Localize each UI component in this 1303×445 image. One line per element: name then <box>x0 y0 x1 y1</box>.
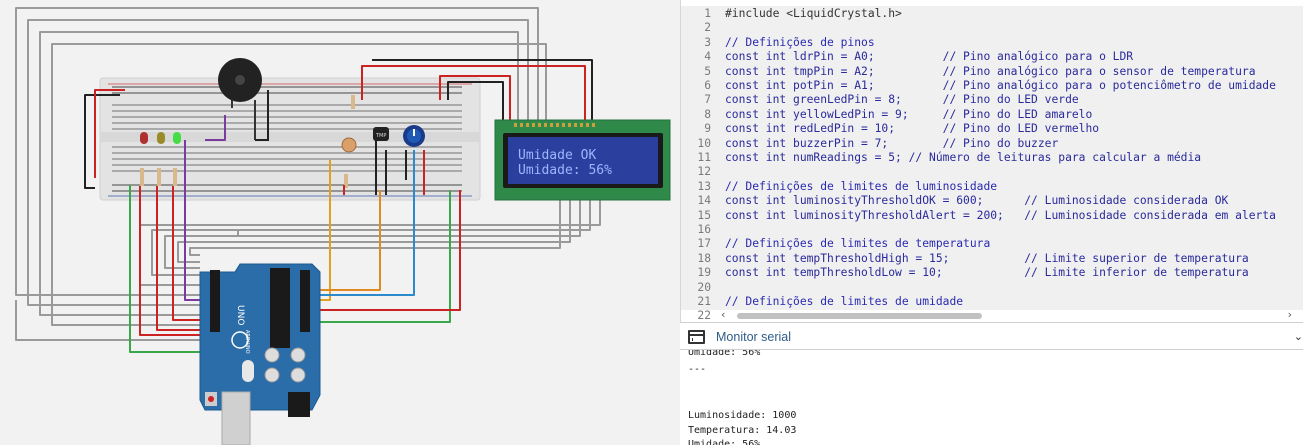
line-number: 14 <box>697 194 711 208</box>
code-line[interactable]: const int redLedPin = 10; // Pino do LED… <box>725 122 1099 136</box>
code-line[interactable]: const int potPin = A1; // Pino analógico… <box>725 79 1276 93</box>
serial-monitor-header[interactable]: Monitor serial ⌄ <box>680 322 1303 350</box>
lcd-line-1: Umidade OK <box>518 148 596 163</box>
arduino-board: UNO ARDUINO <box>199 263 321 445</box>
serial-monitor-icon <box>688 330 705 344</box>
line-number: 21 <box>697 295 711 308</box>
line-number: 7 <box>704 93 711 107</box>
svg-text:UNO: UNO <box>235 305 245 325</box>
line-number: 15 <box>697 208 711 222</box>
serial-output-line: Temperatura: 14.03 <box>688 424 797 436</box>
scrollbar-thumb[interactable] <box>737 313 982 319</box>
code-line[interactable]: // Definições de limites de umidade <box>725 295 963 309</box>
code-text-area[interactable]: #include <LiquidCrystal.h> // Definições … <box>717 6 1303 310</box>
line-number: 4 <box>704 50 711 64</box>
line-number: 8 <box>704 107 711 121</box>
svg-text:TMP: TMP <box>375 133 386 139</box>
code-line[interactable]: const int tempThresholdLow = 10; // Limi… <box>725 266 1249 280</box>
chevron-left-icon[interactable]: ‹ <box>721 308 725 321</box>
line-number: 18 <box>697 251 711 265</box>
code-line[interactable]: const int greenLedPin = 8; // Pino do LE… <box>725 93 1079 107</box>
line-number: 16 <box>697 223 711 236</box>
led-green <box>173 132 181 144</box>
line-number: 10 <box>697 136 711 150</box>
serial-output-line: Umidade: 56% <box>688 350 761 358</box>
photoresistor <box>341 137 357 153</box>
code-line[interactable]: const int buzzerPin = 7; // Pino do buzz… <box>725 137 1058 151</box>
lcd-line-2: Umidade: 56% <box>518 163 612 178</box>
code-line[interactable]: const int luminosityThresholdAlert = 200… <box>725 209 1276 223</box>
code-line[interactable]: const int tmpPin = A2; // Pino analógico… <box>725 65 1256 79</box>
chevron-down-icon[interactable]: ⌄ <box>1294 330 1303 343</box>
line-number: 12 <box>697 165 711 179</box>
line-number: 6 <box>704 79 711 92</box>
line-number-gutter: 1 2 3 4 5 6 7 8 9 10 11 12 13 14 15 16 17 18 19 20 21 22 <box>681 6 717 322</box>
chevron-right-icon[interactable]: › <box>1288 308 1292 321</box>
line-number: 17 <box>697 237 711 251</box>
line-number: 22 <box>697 309 711 322</box>
lcd-display: Umidade OK Umidade: 56% <box>494 119 671 201</box>
circuit-drawing[interactable]: TMP Umidade OK Umidade: 56% UNO ARDUINO <box>0 0 680 445</box>
code-line[interactable]: const int yellowLedPin = 9; // Pino do L… <box>725 108 1092 122</box>
led-red <box>140 132 148 144</box>
line-number: 13 <box>697 179 711 193</box>
circuit-canvas[interactable]: TMP Umidade OK Umidade: 56% UNO ARDUINO <box>0 0 680 445</box>
line-number: 20 <box>697 280 711 294</box>
serial-monitor-output: Umidade: 56% --- Luminosidade: 1000 Tempera… <box>680 350 1303 445</box>
code-line[interactable]: // Definições de limites de temperatura <box>725 237 990 251</box>
serial-output-line: --- <box>688 364 707 375</box>
serial-output-line: Umidade: 56% <box>688 439 761 445</box>
line-number: 19 <box>697 266 711 280</box>
line-number: 9 <box>704 122 711 136</box>
code-line[interactable]: #include <LiquidCrystal.h> <box>725 7 902 21</box>
led-yellow <box>157 132 165 144</box>
serial-output-line: Luminosidade: 1000 <box>688 410 797 422</box>
line-number: 11 <box>697 151 711 164</box>
line-number: 1 <box>704 7 711 20</box>
horizontal-scrollbar[interactable]: ‹ › <box>717 308 1303 322</box>
code-line[interactable]: const int luminosityThresholdOK = 600; /… <box>725 194 1228 208</box>
potentiometer <box>403 125 425 147</box>
temperature-sensor: TMP <box>373 127 389 141</box>
code-line[interactable]: // Definições de pinos <box>725 36 875 50</box>
line-number: 3 <box>704 35 711 49</box>
line-number: 2 <box>704 21 711 35</box>
serial-monitor-title[interactable]: Monitor serial <box>716 330 791 344</box>
code-line[interactable]: // Definições de limites de luminosidade <box>725 180 997 194</box>
wire-red <box>139 186 200 336</box>
code-line[interactable]: const int tempThresholdHigh = 15; // Lim… <box>725 252 1249 266</box>
code-line[interactable]: const int ldrPin = A0; // Pino analógico… <box>725 50 1133 64</box>
code-line[interactable]: const int numReadings = 5; // Número de … <box>725 151 1201 165</box>
line-number: 5 <box>704 64 711 78</box>
code-editor[interactable]: 1 2 3 4 5 6 7 8 9 10 11 12 13 14 15 16 17 18 19 20 21 22 #inc… <box>680 0 1303 322</box>
